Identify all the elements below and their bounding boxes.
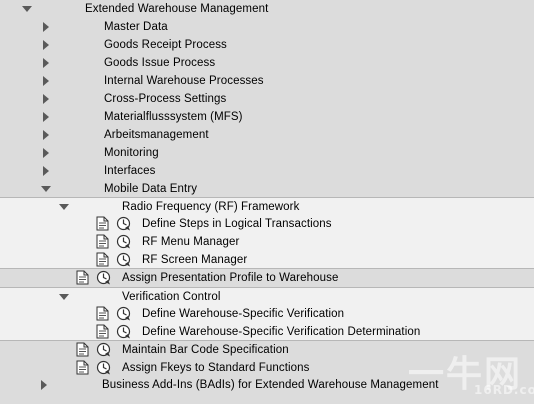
triangle-down-icon[interactable] [22, 6, 32, 12]
tree-node-label: Business Add-Ins (BAdIs) for Extended Wa… [102, 379, 439, 391]
triangle-right-icon[interactable] [43, 112, 49, 122]
tree-node-label: RF Screen Manager [142, 254, 248, 266]
tree-node-label: Define Warehouse-Specific Verification [142, 308, 345, 320]
clock-execute-icon[interactable] [116, 324, 131, 339]
tree-node-goods-receipt[interactable]: Goods Receipt Process [0, 36, 534, 54]
tree-node-root[interactable]: Extended Warehouse Management [0, 0, 534, 18]
watermark: 一牛网 16RD.com [404, 345, 534, 399]
tree-activity-define-verification-determination[interactable]: Define Warehouse-Specific Verification D… [0, 323, 534, 341]
triangle-right-icon[interactable] [43, 22, 49, 32]
tree-node-label: Interfaces [104, 165, 156, 177]
triangle-right-icon[interactable] [43, 94, 49, 104]
tree-node-label: Assign Presentation Profile to Warehouse [122, 272, 339, 284]
tree-node-label: Goods Issue Process [104, 57, 216, 69]
tree-activity-assign-presentation-profile[interactable]: Assign Presentation Profile to Warehouse [0, 269, 534, 287]
tree-node-label: Goods Receipt Process [104, 39, 227, 51]
tree-node-label: Verification Control [122, 291, 221, 303]
triangle-down-icon[interactable] [59, 294, 69, 300]
tree-node-cross-process[interactable]: Cross-Process Settings [0, 90, 534, 108]
tree-node-mobile-data-entry[interactable]: Mobile Data Entry [0, 180, 534, 198]
triangle-right-icon[interactable] [43, 58, 49, 68]
clock-execute-icon[interactable] [116, 252, 131, 267]
clock-execute-icon[interactable] [96, 342, 111, 357]
tree-node-label: Master Data [104, 21, 168, 33]
triangle-down-icon[interactable] [41, 186, 51, 192]
tree-node-goods-issue[interactable]: Goods Issue Process [0, 54, 534, 72]
triangle-right-icon[interactable] [43, 40, 49, 50]
tree-activity-rf-menu-manager[interactable]: RF Menu Manager [0, 233, 534, 251]
triangle-right-icon[interactable] [41, 380, 47, 390]
document-icon[interactable] [96, 234, 109, 249]
tree-node-label: Internal Warehouse Processes [104, 75, 264, 87]
tree-node-mfs[interactable]: Materialflusssystem (MFS) [0, 108, 534, 126]
triangle-down-icon[interactable] [59, 204, 69, 210]
tree-activity-rf-screen-manager[interactable]: RF Screen Manager [0, 251, 534, 269]
triangle-right-icon[interactable] [43, 166, 49, 176]
tree-node-label: Monitoring [104, 147, 159, 159]
document-icon[interactable] [96, 252, 109, 267]
document-icon[interactable] [96, 306, 109, 321]
tree-node-label: RF Menu Manager [142, 236, 240, 248]
clock-execute-icon[interactable] [96, 360, 111, 375]
document-icon[interactable] [76, 342, 89, 357]
tree-node-label: Radio Frequency (RF) Framework [122, 201, 300, 213]
triangle-right-icon[interactable] [43, 148, 49, 158]
tree-node-label: Arbeitsmanagement [104, 129, 209, 141]
tree-node-internal-processes[interactable]: Internal Warehouse Processes [0, 72, 534, 90]
document-icon[interactable] [76, 270, 89, 285]
document-icon[interactable] [96, 216, 109, 231]
clock-execute-icon[interactable] [96, 270, 111, 285]
clock-execute-icon[interactable] [116, 234, 131, 249]
tree-activity-define-verification[interactable]: Define Warehouse-Specific Verification [0, 305, 534, 323]
tree-node-interfaces[interactable]: Interfaces [0, 162, 534, 180]
clock-execute-icon[interactable] [116, 306, 131, 321]
triangle-right-icon[interactable] [43, 76, 49, 86]
tree-node-master-data[interactable]: Master Data [0, 18, 534, 36]
tree-node-rf-framework[interactable]: Radio Frequency (RF) Framework [0, 197, 534, 215]
watermark-sub: 16RD.com [474, 383, 534, 397]
tree-node-label: Assign Fkeys to Standard Functions [122, 362, 310, 374]
tree-node-label: Define Warehouse-Specific Verification D… [142, 326, 421, 338]
tree-node-label: Mobile Data Entry [104, 183, 198, 195]
tree-activity-define-steps[interactable]: Define Steps in Logical Transactions [0, 215, 534, 233]
tree-node-label: Extended Warehouse Management [85, 3, 269, 15]
tree-node-label: Maintain Bar Code Specification [122, 344, 289, 356]
triangle-right-icon[interactable] [43, 130, 49, 140]
tree-node-verification-control[interactable]: Verification Control [0, 287, 534, 305]
tree-node-label: Materialflusssystem (MFS) [104, 111, 243, 123]
tree-node-labor-management[interactable]: Arbeitsmanagement [0, 126, 534, 144]
tree-node-label: Define Steps in Logical Transactions [142, 218, 332, 230]
document-icon[interactable] [76, 360, 89, 375]
tree-node-monitoring[interactable]: Monitoring [0, 144, 534, 162]
document-icon[interactable] [96, 324, 109, 339]
tree-node-label: Cross-Process Settings [104, 93, 227, 105]
clock-execute-icon[interactable] [116, 216, 131, 231]
